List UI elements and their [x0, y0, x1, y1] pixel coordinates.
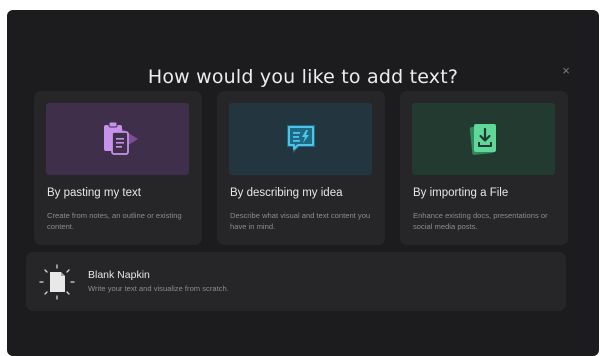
blank-napkin-description: Write your text and visualize from scrat…: [88, 284, 229, 293]
blank-napkin-title: Blank Napkin: [88, 269, 150, 281]
option-paste-text-card[interactable]: By pasting my text Create from notes, an…: [34, 91, 202, 245]
dialog-title: How would you like to add text?: [147, 66, 459, 88]
option-import-file-card[interactable]: By importing a File Enhance existing doc…: [400, 91, 568, 245]
option-title: By pasting my text: [47, 187, 141, 199]
chat-bubble-lightning-icon: [286, 125, 315, 153]
option-description: Describe what visual and text content yo…: [230, 211, 371, 231]
file-import-icon: [469, 124, 496, 155]
blank-page-sparkle-icon: [39, 264, 75, 300]
option-describe-idea-card[interactable]: By describing my idea Describe what visu…: [217, 91, 385, 245]
option-title: By describing my idea: [230, 187, 343, 199]
option-description: Enhance existing docs, presentations or …: [413, 211, 548, 231]
describe-thumbnail: [229, 103, 372, 175]
option-description: Create from notes, an outline or existin…: [47, 211, 182, 231]
paste-thumbnail: [46, 103, 189, 175]
clipboard-paste-icon: [103, 121, 138, 155]
close-icon[interactable]: ×: [559, 64, 573, 78]
option-title: By importing a File: [413, 187, 509, 199]
blank-napkin-option[interactable]: Blank Napkin Write your text and visuali…: [26, 252, 566, 311]
import-thumbnail: [412, 103, 555, 175]
